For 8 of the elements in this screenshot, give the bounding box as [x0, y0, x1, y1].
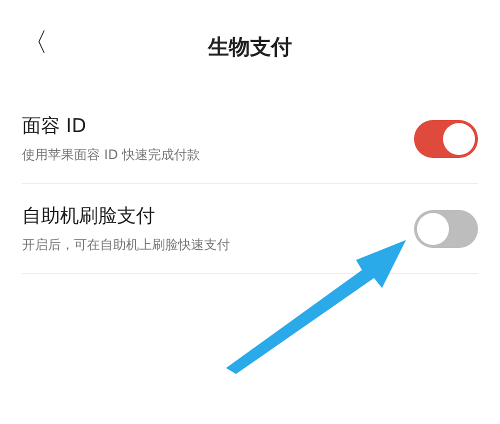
setting-description: 使用苹果面容 ID 快速完成付款 [22, 147, 200, 165]
page-title: 生物支付 [208, 34, 292, 62]
setting-title: 自助机刷脸支付 [22, 204, 156, 228]
toggle-switch[interactable] [414, 120, 478, 158]
setting-description: 开启后，可在自助机上刷脸快速支付 [22, 237, 230, 255]
setting-title: 面容 ID [22, 114, 88, 138]
back-button[interactable]: 〈 [22, 30, 48, 56]
toggle-switch[interactable] [414, 210, 478, 248]
